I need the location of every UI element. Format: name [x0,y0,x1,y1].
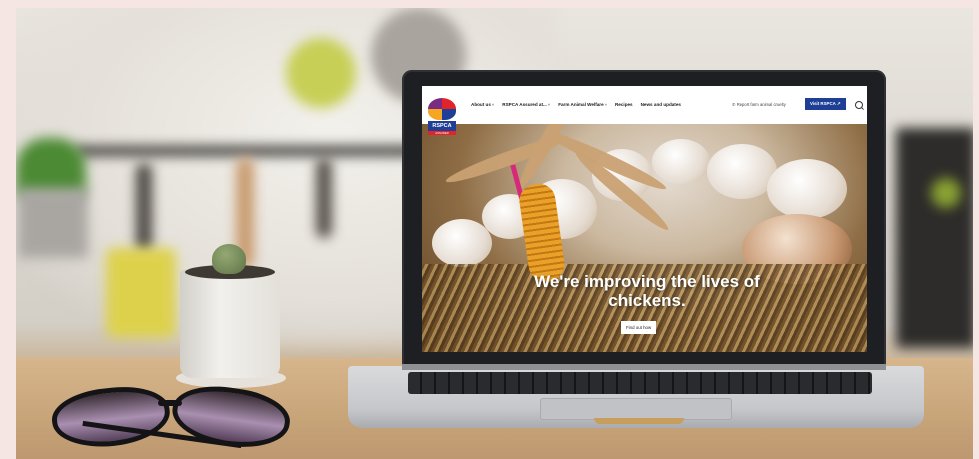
search-icon[interactable] [855,101,863,109]
nav-item-news-and-updates[interactable]: News and updates [641,102,681,107]
laptop-hinge [402,364,886,370]
nav-label: Recipes [614,102,633,107]
nav-item-farm-animal-welfare[interactable]: Farm Animal Welfare˅ [558,102,607,107]
chevron-down-icon: ˅ [604,102,607,107]
chicken [767,159,847,219]
visit-rspca-button[interactable]: Visit RSPCA ↗ [805,98,846,110]
sunglasses-bridge [158,400,182,406]
nav-label: News and updates [640,102,681,107]
hero-banner: We're improving the lives of chickens. F… [422,124,867,352]
kitchen-rail [76,146,416,156]
laptop-trackpad [540,398,732,420]
logo-emblem-icon [428,98,456,120]
chicken [432,219,492,267]
plant-pot [18,188,88,258]
nav-label: RSPCA Assured at... [502,102,547,107]
hanging-utensil [136,163,152,253]
laptop-notch [594,418,684,424]
external-link-icon: ↗ [835,101,841,106]
site-header: RSPCA ASSURED About us˅ RSPCA Assured at… [422,86,867,135]
nav-item-rspca-assured-at[interactable]: RSPCA Assured at...˅ [502,102,550,107]
sunglasses-lens [49,381,173,453]
nav-label: Farm Animal Welfare [558,102,604,107]
fruit [931,178,961,208]
nav-label: About us [471,102,491,107]
nav-item-recipes[interactable]: Recipes [615,102,633,107]
chevron-down-icon: ˅ [547,102,551,107]
sunglasses [49,380,294,454]
kitchen-appliance [896,128,973,348]
visit-rspca-label: Visit RSPCA [810,101,836,106]
laptop-screen: RSPCA ASSURED About us˅ RSPCA Assured at… [422,86,867,352]
nav-item-about-us[interactable]: About us˅ [471,102,494,107]
hanging-pot [286,38,356,108]
rspca-assured-logo[interactable]: RSPCA ASSURED [428,98,456,135]
hanging-utensil [316,158,332,238]
logo-subtitle: ASSURED [428,131,456,135]
cutting-board [106,248,176,338]
hero-headline: We're improving the lives of chickens. [534,272,760,310]
cactus [212,244,246,274]
chevron-down-icon: ˅ [491,102,495,107]
report-cruelty-label: Report farm animal cruelty [736,102,786,107]
cactus-pot [180,270,280,378]
chicken [652,139,710,184]
find-out-how-button[interactable]: Find out how [621,321,657,334]
laptop-keyboard [408,372,872,394]
report-cruelty-link[interactable]: ✆ Report farm animal cruelty [732,102,786,107]
main-menu: About us˅ RSPCA Assured at...˅ Farm Anim… [471,102,681,107]
logo-name: RSPCA [428,121,456,131]
